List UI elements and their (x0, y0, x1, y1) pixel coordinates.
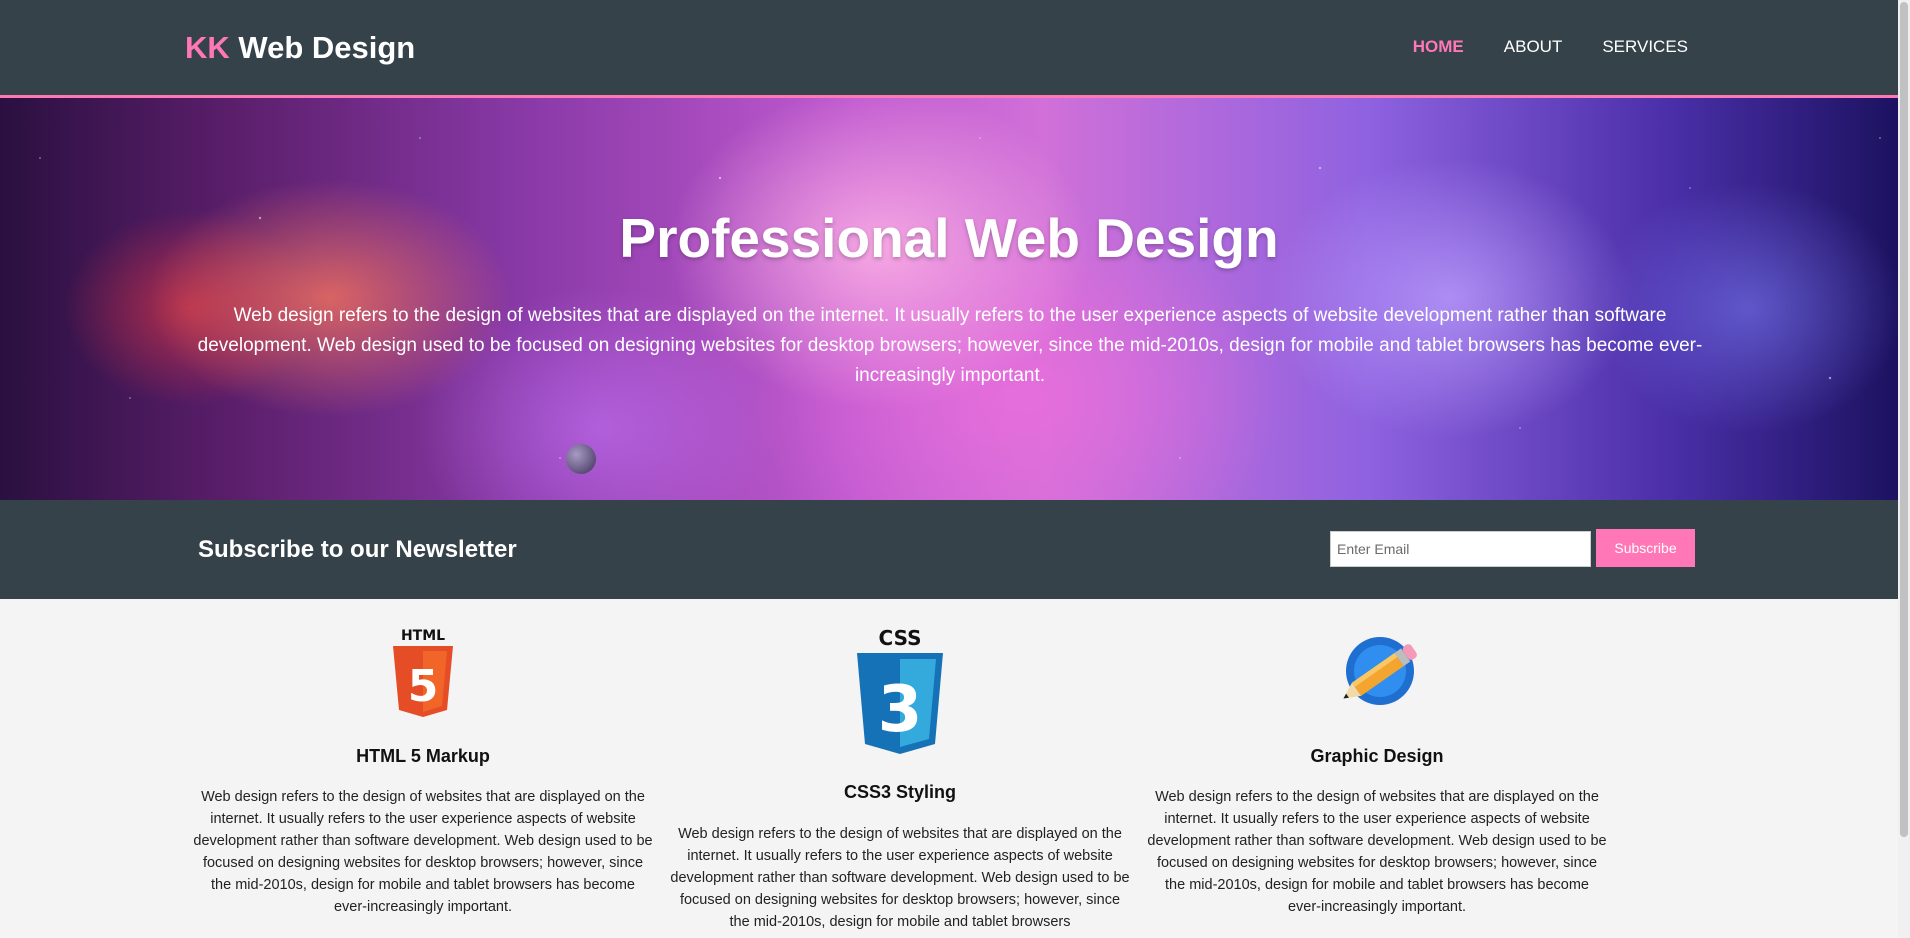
nav-home-link[interactable]: HOME (1413, 37, 1464, 57)
css3-logo-number: 3 (878, 673, 923, 747)
scrollbar-thumb[interactable] (1900, 2, 1908, 837)
html5-logo-label: HTML (401, 628, 445, 644)
logo-text: Web Design (229, 30, 416, 65)
box-title: CSS3 Styling (843, 782, 957, 802)
planet-graphic (566, 444, 596, 474)
page-scrollbar[interactable] (1898, 0, 1910, 938)
newsletter-bar: Subscribe to our Newsletter Subscribe (0, 500, 1898, 599)
subscribe-button[interactable]: Subscribe (1596, 529, 1695, 567)
html5-logo-icon: HTML 5 (193, 626, 653, 718)
box-title: HTML 5 Markup (356, 746, 490, 766)
newsletter-heading: Subscribe to our Newsletter (198, 536, 517, 563)
page: KK Web Design HOME ABOUT SERVICES Profes… (0, 0, 1910, 938)
css3-logo-icon: CSS 3 (670, 626, 1130, 754)
hero-showcase: Professional Web Design Web design refer… (0, 98, 1898, 500)
box-title: Graphic Design (1310, 746, 1444, 766)
email-input[interactable] (1330, 531, 1591, 567)
hero-text: Web design refers to the design of websi… (197, 305, 1703, 386)
css3-logo-label: CSS (879, 626, 922, 650)
feature-boxes: HTML 5 HTML 5 Markup Web design refers t… (0, 599, 1898, 938)
pencil-graphic-icon (1147, 635, 1607, 709)
logo[interactable]: KK Web Design (185, 30, 415, 66)
box-text: Web design refers to the design of websi… (1147, 789, 1607, 915)
main-nav: HOME ABOUT SERVICES (1413, 37, 1688, 57)
site-header: KK Web Design HOME ABOUT SERVICES (0, 0, 1898, 98)
logo-highlight: KK (185, 30, 230, 65)
html5-logo-number: 5 (408, 661, 439, 712)
box-text: Web design refers to the design of websi… (193, 789, 653, 915)
nav-about-link[interactable]: ABOUT (1504, 37, 1563, 57)
hero-title: Professional Web Design (619, 207, 1279, 269)
starfield-background (0, 98, 1898, 500)
box-text: Web design refers to the design of websi… (670, 826, 1130, 930)
nav-services-link[interactable]: SERVICES (1602, 37, 1688, 57)
